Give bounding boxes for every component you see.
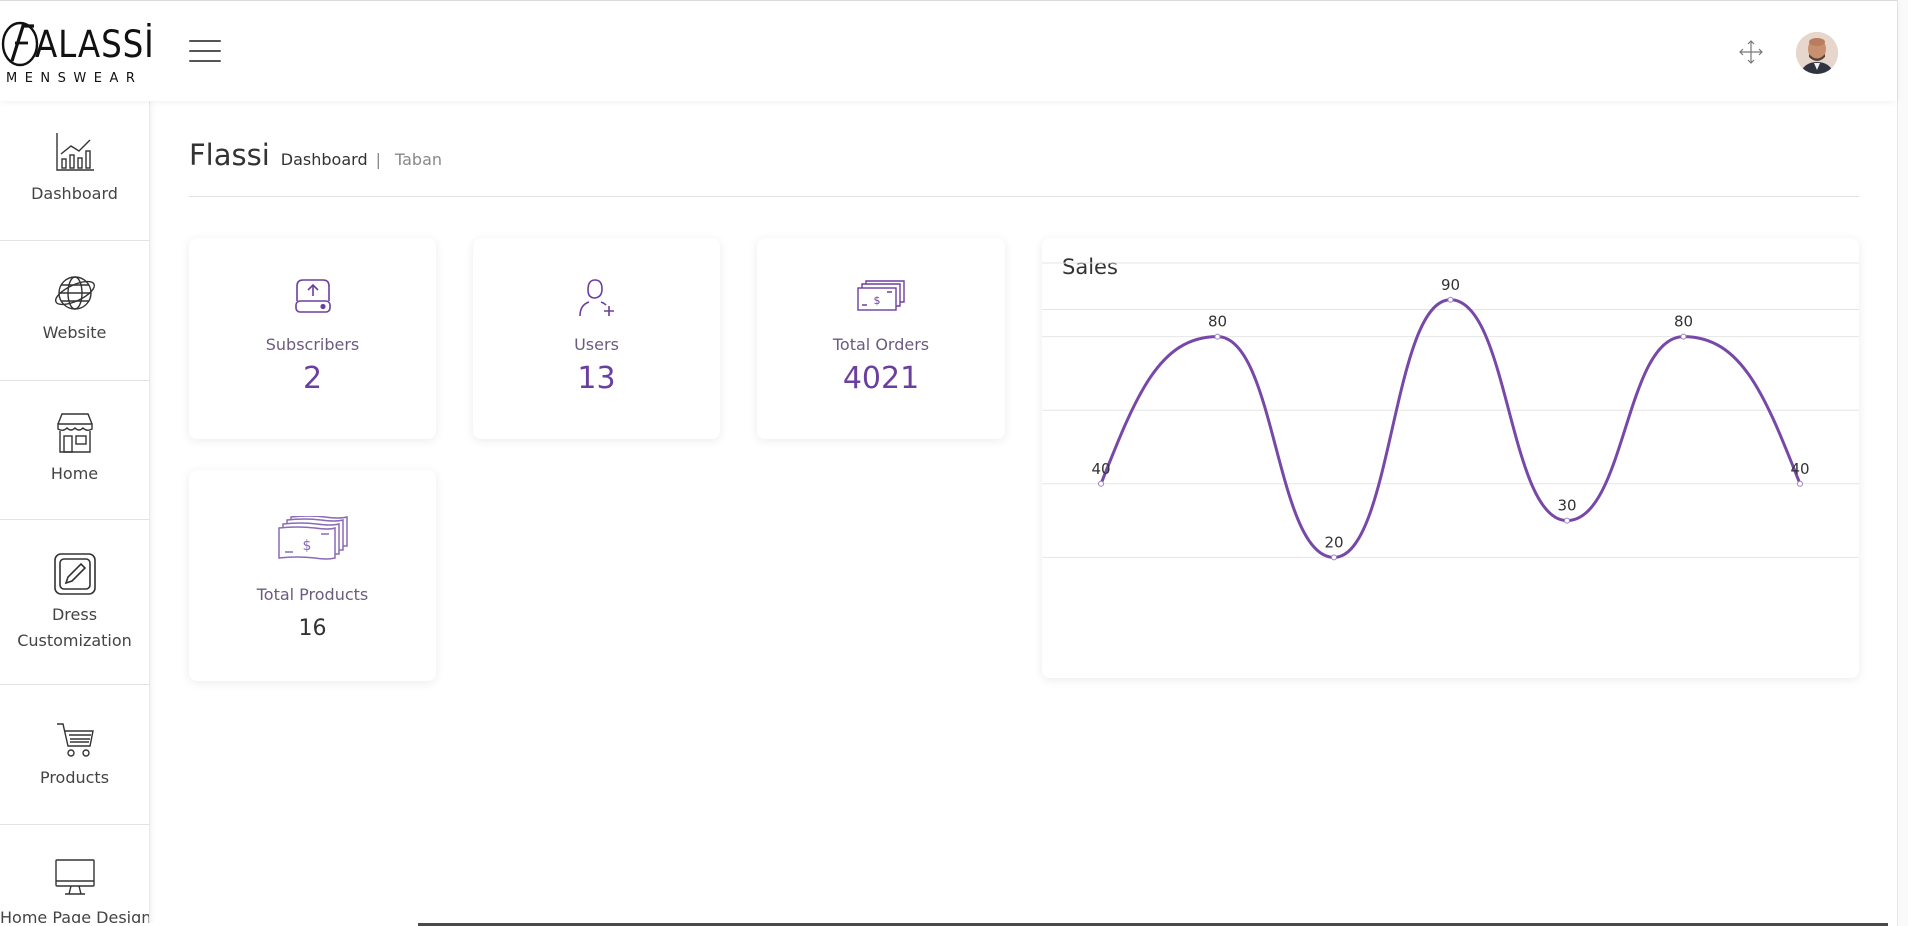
data-point	[1797, 480, 1803, 487]
vertical-scrollbar[interactable]	[1897, 0, 1908, 926]
monitor-icon	[54, 859, 95, 895]
upload-drive-icon	[294, 279, 331, 313]
cash-stack-icon: $	[277, 516, 348, 560]
data-point	[1564, 517, 1570, 524]
user-avatar[interactable]	[1796, 32, 1838, 74]
page-title: Flassi	[189, 138, 270, 172]
sales-line-chart: 40 80 20 90 30 80 40	[1042, 262, 1859, 561]
data-label: 40	[1091, 460, 1110, 478]
stat-label: Total Products	[256, 585, 369, 604]
sidebar-item-website[interactable]: Website	[0, 241, 149, 381]
sales-chart-card: Sales 40 80 20 90 30 80 40	[1042, 238, 1859, 678]
sidebar-label: Products	[39, 768, 110, 787]
stat-card-subscribers: Subscribers 2	[189, 238, 436, 439]
brand-logo[interactable]: ALASSİ MENSWEAR	[0, 19, 154, 89]
breadcrumb-link-taban[interactable]: Taban	[395, 150, 442, 169]
data-point	[1447, 296, 1454, 303]
edit-pencil-icon	[53, 553, 96, 595]
sales-series-line	[1099, 298, 1802, 559]
stat-label: Users	[574, 335, 619, 354]
breadcrumb: Flassi Dashboard | Taban	[189, 138, 442, 178]
breadcrumb-current: Dashboard	[280, 150, 368, 169]
storefront-icon	[56, 413, 93, 453]
sidebar-item-home[interactable]: Home	[0, 381, 149, 520]
data-label: 90	[1441, 276, 1460, 294]
stat-value: 13	[577, 361, 616, 396]
data-point	[1680, 333, 1687, 340]
logo-wordmark: ALASSİ	[35, 23, 155, 66]
stat-card-total-products: $ Total Products 16	[189, 470, 436, 681]
breadcrumb-separator: |	[375, 150, 381, 169]
header-divider	[189, 196, 1859, 197]
svg-text:$: $	[302, 538, 311, 554]
hamburger-icon[interactable]	[189, 40, 221, 62]
sidebar-label: Dress Customization	[17, 605, 132, 650]
logo-mark-icon	[1, 21, 39, 67]
sidebar-item-products[interactable]: Products	[0, 685, 149, 825]
sidebar-label: Dashboard	[31, 184, 118, 203]
stat-label: Subscribers	[265, 335, 360, 354]
data-label: 40	[1790, 460, 1809, 478]
sidebar-item-home-page-design[interactable]: Home Page Design	[0, 825, 149, 926]
data-label: 30	[1557, 497, 1576, 515]
expand-arrows-icon[interactable]	[1738, 39, 1764, 65]
sidebar-label: Website	[42, 323, 107, 342]
data-label: 80	[1674, 313, 1693, 331]
svg-text:$: $	[874, 294, 881, 307]
sidebar: Dashboard Website Home Dress Customizati…	[0, 101, 150, 926]
add-user-icon	[578, 279, 614, 317]
sidebar-label: Home	[50, 464, 99, 483]
data-label: 20	[1324, 533, 1343, 551]
logo-subtitle: MENSWEAR	[6, 71, 143, 86]
stat-value: 2	[302, 361, 323, 396]
chart-bars-icon	[55, 133, 94, 171]
cash-stack-icon: $	[857, 280, 905, 311]
stat-card-users: Users 13	[473, 238, 720, 439]
shopping-cart-icon	[56, 723, 94, 757]
globe-icon	[54, 276, 95, 310]
top-bar: ALASSİ MENSWEAR	[0, 0, 1897, 101]
stat-card-total-orders: $ Total Orders 4021	[757, 238, 1005, 439]
data-point	[1098, 480, 1104, 487]
sidebar-item-dress-customization[interactable]: Dress Customization	[0, 520, 149, 685]
data-point	[1214, 333, 1221, 340]
stat-label: Total Orders	[832, 335, 930, 354]
stat-value: 4021	[842, 361, 920, 396]
data-point	[1331, 554, 1337, 561]
sidebar-item-dashboard[interactable]: Dashboard	[0, 101, 149, 241]
data-label: 80	[1208, 313, 1227, 331]
stat-value: 16	[298, 616, 327, 641]
